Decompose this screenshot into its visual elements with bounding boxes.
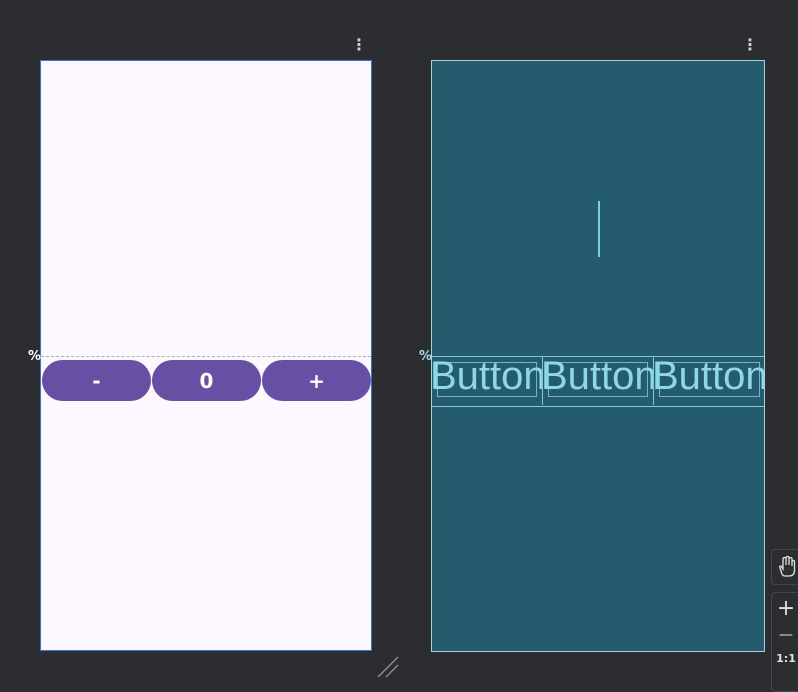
blueprint-button-label: Button bbox=[432, 356, 543, 398]
design-options-menu[interactable]: ⋮ bbox=[351, 36, 367, 54]
blueprint-button-label: Button bbox=[654, 356, 765, 398]
blueprint-preview[interactable]: Button Button Button bbox=[431, 60, 765, 652]
count-button[interactable]: 0 bbox=[152, 360, 261, 401]
blueprint-button[interactable]: Button bbox=[654, 356, 765, 405]
horizontal-guideline[interactable] bbox=[41, 356, 371, 357]
blueprint-button-label: Button bbox=[543, 356, 654, 398]
blueprint-text-view[interactable] bbox=[598, 201, 600, 257]
guideline-percent-handle[interactable]: % bbox=[28, 350, 41, 363]
resize-handle-icon[interactable] bbox=[376, 655, 400, 679]
pan-tool-button[interactable] bbox=[771, 549, 798, 585]
blueprint-options-menu[interactable]: ⋮ bbox=[742, 36, 758, 54]
zoom-controls: + — 1:1 bbox=[771, 592, 798, 692]
zoom-actual-size-button[interactable]: 1:1 bbox=[772, 645, 798, 673]
decrement-button[interactable]: - bbox=[42, 360, 151, 401]
increment-button[interactable]: + bbox=[262, 360, 371, 401]
design-preview[interactable]: - 0 + bbox=[40, 60, 372, 651]
hand-icon bbox=[779, 555, 796, 577]
zoom-in-button[interactable]: + bbox=[772, 593, 798, 625]
zoom-out-button[interactable]: — bbox=[772, 625, 798, 645]
blueprint-button[interactable]: Button bbox=[432, 356, 543, 405]
blueprint-guideline-percent-handle[interactable]: % bbox=[419, 350, 432, 363]
blueprint-button[interactable]: Button bbox=[543, 356, 654, 405]
